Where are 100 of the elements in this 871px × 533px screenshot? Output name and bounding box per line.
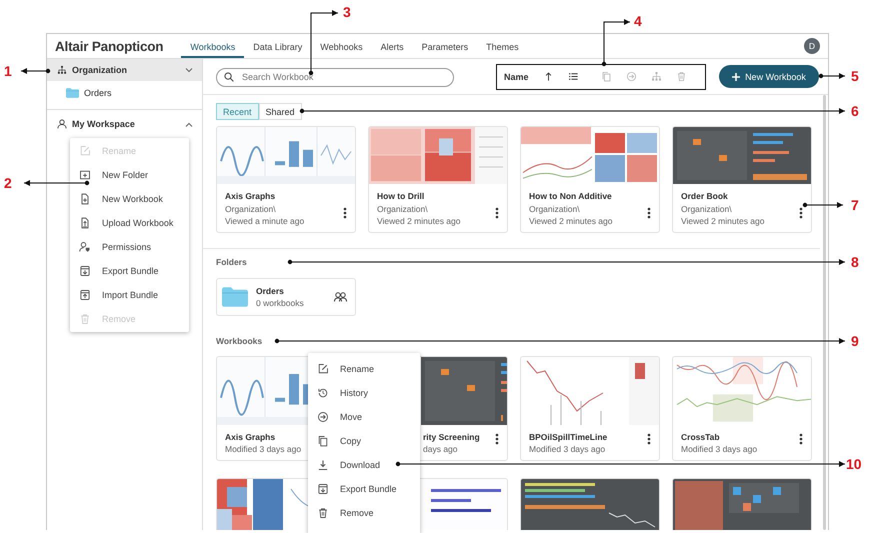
menu-item[interactable]: Upload Workbook (70, 211, 189, 235)
more-icon[interactable] (495, 432, 499, 444)
card-time: Viewed 2 minutes ago (529, 215, 612, 228)
card-path: Organization\ (681, 202, 732, 215)
folder-card[interactable]: Orders 0 workbooks (216, 278, 356, 316)
callout-number: 10 (846, 456, 862, 472)
tree-label[interactable]: Orders (84, 88, 112, 98)
box-down-icon (317, 483, 329, 495)
card-title: How to Non Additive (529, 190, 612, 202)
more-icon[interactable] (799, 432, 803, 444)
hierarchy-icon (650, 71, 662, 82)
filter-tab[interactable]: Shared (258, 103, 302, 120)
nav-tab[interactable]: Data Library (244, 34, 312, 58)
tree-item[interactable]: Orders (47, 83, 202, 103)
more-icon[interactable] (647, 432, 651, 444)
nav-tab[interactable]: Alerts (372, 34, 413, 58)
leader-line (802, 202, 844, 208)
callout-number: 8 (851, 254, 859, 270)
folder-icon (66, 88, 79, 98)
trash-icon (676, 71, 687, 82)
leader-line (20, 68, 50, 74)
users-icon[interactable] (334, 292, 347, 302)
card-time: days ago (423, 443, 458, 456)
nav-tab[interactable]: Parameters (412, 34, 478, 58)
folder-icon (222, 286, 248, 306)
card-time: Modified 3 days ago (529, 443, 606, 456)
more-icon[interactable] (343, 207, 347, 219)
card-time: Modified 3 days ago (681, 443, 758, 456)
card-title: Axis Graphs (225, 430, 276, 443)
copy-icon (600, 71, 612, 82)
section-heading: Folders (216, 256, 247, 268)
user-shield-icon (79, 241, 91, 253)
hierarchy-icon (57, 65, 67, 75)
card-title: rity Screening (423, 430, 480, 443)
callout-number: 3 (343, 4, 351, 20)
workbook-card[interactable]: Axis Graphs Organization\ Viewed a minute ago (216, 126, 356, 232)
card-time: Modified 3 days ago (225, 443, 302, 456)
workbook-card[interactable]: Order Book Organization\ Viewed 2 minutes ago (672, 126, 812, 232)
more-icon[interactable] (799, 207, 803, 219)
box-down-icon (79, 265, 91, 277)
card-path: Organization\ (529, 202, 580, 215)
card-title: Axis Graphs (225, 190, 276, 202)
new-workbook-button[interactable]: New Workbook (719, 65, 819, 88)
download-icon (317, 459, 329, 471)
callout-number: 7 (851, 197, 859, 213)
search-field[interactable]: Search Workbook (216, 68, 454, 86)
menu-item[interactable]: New Folder (70, 163, 189, 187)
workbook-card[interactable]: How to Drill Organization\ Viewed 2 minutes ago (368, 126, 508, 232)
callout-number: 1 (4, 63, 12, 79)
user-avatar[interactable]: D (804, 38, 820, 54)
tree-label[interactable]: Organization (72, 65, 128, 75)
card-title: Order Book (681, 190, 728, 202)
list-icon (568, 71, 579, 82)
card-time: Viewed 2 minutes ago (681, 215, 764, 228)
section-heading: Workbooks (216, 336, 262, 348)
more-icon[interactable] (647, 207, 651, 219)
menu-item[interactable]: Remove (308, 501, 420, 525)
arrow-circle-icon (317, 411, 329, 423)
history-icon (317, 387, 329, 399)
tree-item[interactable]: My Workspace (47, 113, 202, 135)
nav-tab[interactable]: Webhooks (311, 34, 372, 58)
file-plus-icon (79, 193, 91, 205)
card-time: Viewed 2 minutes ago (377, 215, 460, 228)
card-title: How to Drill (377, 190, 424, 202)
menu-item[interactable]: Export Bundle (308, 477, 420, 501)
chevron-up-icon[interactable] (185, 122, 193, 126)
callout-number: 2 (4, 175, 12, 191)
menu-item[interactable]: Permissions (70, 235, 189, 259)
leader-line (24, 180, 90, 186)
sort-field-label[interactable]: Name (504, 72, 529, 82)
edit-icon (79, 145, 91, 157)
nav-tab[interactable]: Themes (477, 34, 528, 58)
callout-number: 9 (851, 333, 859, 349)
folder-count: 0 workbooks (256, 298, 305, 308)
callout-number: 6 (851, 103, 859, 119)
leader-line (818, 73, 846, 79)
scrollbar[interactable] (823, 95, 826, 530)
card-title: BPOilSpillTimeLine (529, 430, 608, 443)
tree-label[interactable]: My Workspace (72, 119, 135, 129)
tree-item[interactable]: Organization (47, 59, 202, 81)
workbook-card[interactable]: How to Non Additive Organization\ Viewed 2 minutes ago (520, 126, 660, 232)
workbook-card[interactable]: CrossTab Modified 3 days ago (672, 356, 812, 460)
callout-number: 5 (851, 68, 859, 84)
folder-name: Orders (256, 286, 285, 296)
user-icon (57, 119, 67, 129)
workbook-card[interactable]: BPOilSpillTimeLine Modified 3 days ago (520, 356, 660, 460)
app-logo: Altair Panopticon (55, 38, 164, 54)
more-icon[interactable] (495, 207, 499, 219)
callout-number: 4 (634, 13, 642, 29)
menu-item[interactable]: Export Bundle (70, 259, 189, 283)
filter-tab[interactable]: Recent (216, 103, 259, 120)
arrow-circle-icon (626, 71, 637, 82)
card-path: Organization\ (377, 202, 428, 215)
chevron-down-icon[interactable] (185, 68, 193, 72)
menu-item[interactable]: Import Bundle (70, 283, 189, 307)
toolbar-button[interactable] (568, 71, 579, 82)
menu-item[interactable]: New Workbook (70, 187, 189, 211)
file-upload-icon (79, 217, 91, 229)
card-path: Organization\ (225, 202, 276, 215)
folder-plus-icon (79, 169, 91, 181)
